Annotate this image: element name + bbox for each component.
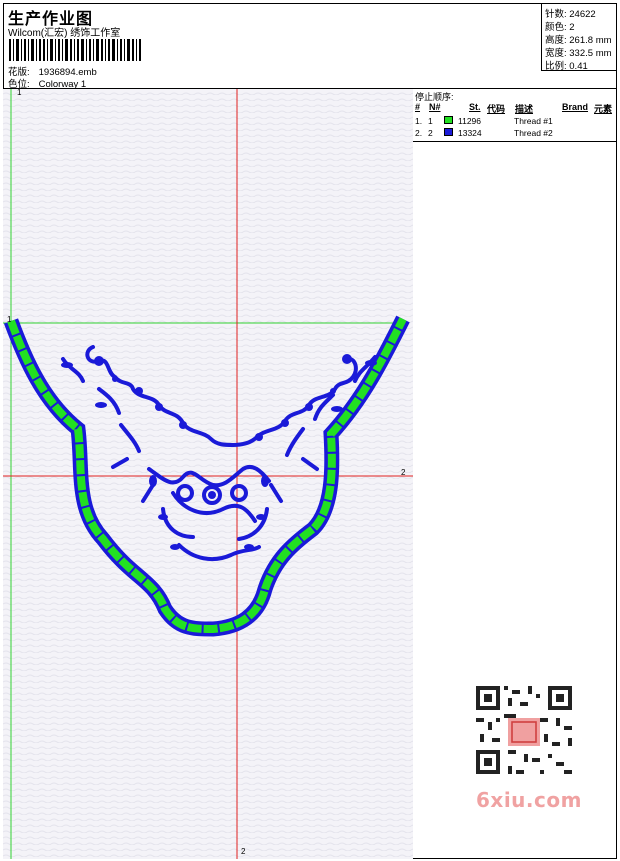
design-height: 高度: 261.8 mm bbox=[545, 35, 612, 46]
thread-code: 11296 bbox=[458, 116, 482, 126]
marker-top-1: 1 bbox=[17, 88, 22, 97]
thread-index: 1. bbox=[415, 116, 423, 126]
thread-sequence-panel: 停止顺序: # N# St. 代码 描述 Brand 元素 1. 1 11296… bbox=[413, 89, 617, 142]
thread-row[interactable]: 2. 2 13324 Thread #2 bbox=[413, 128, 617, 140]
col-header-num: # bbox=[415, 102, 421, 112]
marker-bottom-2: 2 bbox=[241, 847, 246, 856]
thread-color-swatch bbox=[444, 116, 453, 124]
embroidery-preview bbox=[3, 89, 413, 859]
marker-right-2: 2 bbox=[401, 468, 406, 477]
col-header-element: 元素 bbox=[594, 104, 613, 114]
barcode bbox=[9, 39, 141, 61]
stats-box: 针数: 24622 颜色: 2 高度: 261.8 mm 宽度: 332.5 m… bbox=[541, 3, 617, 72]
thread-description: Thread #2 bbox=[514, 128, 553, 138]
header: 生产作业图 Wilcom(汇宏) 绣饰工作室 花版: 1936894.emb 色… bbox=[3, 3, 617, 90]
thread-row[interactable]: 1. 1 11296 Thread #1 bbox=[413, 116, 617, 128]
company-name: Wilcom(汇宏) 绣饰工作室 bbox=[8, 28, 121, 39]
thread-index: 2. bbox=[415, 128, 423, 138]
thread-color-swatch bbox=[444, 128, 453, 136]
design-scale: 比例: 0.41 bbox=[545, 61, 588, 72]
col-header-st: St. bbox=[469, 102, 481, 112]
qr-code bbox=[472, 682, 576, 778]
stitch-count: 针数: 24622 bbox=[545, 9, 596, 20]
col-header-no: N# bbox=[429, 102, 441, 112]
watermark-text: 6xiu.com bbox=[476, 788, 582, 812]
design-canvas: 1 1 2 2 bbox=[3, 88, 413, 859]
thread-description: Thread #1 bbox=[514, 116, 553, 126]
col-header-brand: Brand bbox=[562, 102, 589, 112]
fabric-background bbox=[3, 89, 413, 859]
design-width: 宽度: 332.5 mm bbox=[545, 48, 612, 59]
marker-left-1: 1 bbox=[7, 315, 12, 324]
col-header-desc: 描述 bbox=[515, 104, 534, 114]
thread-code: 13324 bbox=[458, 128, 482, 138]
colorway-label: 色位: bbox=[8, 79, 30, 90]
thread-number: 1 bbox=[428, 116, 433, 126]
color-count: 颜色: 2 bbox=[545, 22, 575, 33]
thread-number: 2 bbox=[428, 128, 433, 138]
col-header-code: 代码 bbox=[487, 104, 506, 114]
